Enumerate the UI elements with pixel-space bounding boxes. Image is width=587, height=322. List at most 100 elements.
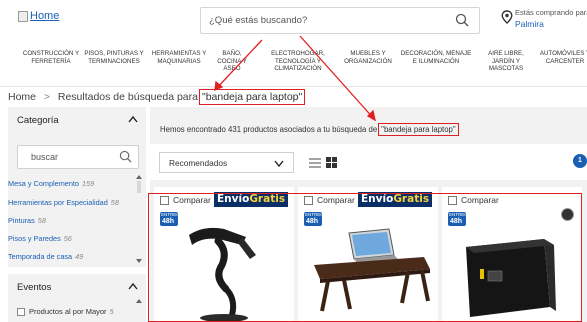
breadcrumb-results-prefix: Resultados de búsqueda para [57, 91, 198, 103]
location-city: Palmira [515, 19, 544, 29]
facet-item[interactable]: Herramientas por Especialidad 58 [8, 198, 119, 207]
events-filter-title: Eventos [17, 282, 52, 293]
list-view-icon[interactable] [309, 158, 321, 168]
location-label: Estás comprando para [515, 8, 587, 17]
event-count: 5 [109, 307, 114, 316]
facet-count: 58 [110, 198, 119, 207]
results-panel: Hemos encontrado 431 productos asociados… [150, 107, 587, 322]
checkbox[interactable] [304, 195, 313, 205]
facet-label: Pisos y Paredes [8, 234, 61, 243]
nav-item-decoracion[interactable]: DECORACIÓN, MENAJE E ILUMINACIÓN [400, 50, 472, 65]
compare-checkbox[interactable]: Comparar [448, 195, 499, 205]
results-summary: Hemos encontrado 431 productos asociados… [160, 123, 459, 136]
facet-item[interactable]: Pinturas 58 [8, 216, 46, 225]
nav-item-pisos[interactable]: PISOS, PINTURAS Y TERMINACIONES [84, 50, 144, 65]
shipping-free-label: Gratis [249, 193, 286, 205]
page-badge[interactable]: 1 [573, 154, 587, 168]
breadcrumb-separator: > [44, 91, 50, 103]
compare-label: Comparar [173, 195, 211, 205]
category-filter-header[interactable]: Categoría [8, 107, 146, 133]
compare-checkbox[interactable]: Comparar [304, 195, 355, 205]
facet-item[interactable]: Temporada de casa 49 [8, 252, 83, 261]
delivery-hours: 48h [306, 218, 319, 225]
scroll-thumb[interactable] [137, 181, 141, 193]
breadcrumb-query: "bandeja para laptop" [198, 89, 306, 105]
product-card[interactable]: Comparar Envío Gratis ENTREGA 48h [154, 187, 294, 322]
nav-item-herramientas[interactable]: HERRAMIENTAS Y MAQUINARIAS [150, 50, 208, 65]
scroll-down-arrow[interactable] [136, 259, 142, 263]
delivery-label: ENTREGA [161, 212, 183, 217]
delivery-hours: 48h [450, 218, 463, 225]
category-filter-title: Categoría [17, 115, 59, 126]
site-header: Home ¿Qué estás buscando? Estás comprand… [0, 0, 587, 42]
search-icon[interactable] [455, 13, 469, 27]
delivery-label: ENTREGA [305, 212, 327, 217]
product-card[interactable]: Comparar Envío Gratis ENTREGA 48h [298, 187, 438, 322]
product-grid: Comparar Envío Gratis ENTREGA 48h Comparar… [150, 187, 587, 322]
scroll-up-arrow[interactable] [136, 299, 142, 303]
facet-label: Herramientas por Especialidad [8, 198, 108, 207]
search-placeholder: ¿Qué estás buscando? [209, 15, 308, 26]
shipping-label: Envío [361, 193, 394, 205]
product-card[interactable]: Comparar ENTREGA 48h [442, 187, 582, 322]
adjustable-laptop-stand-icon [189, 227, 256, 322]
compare-label: Comparar [461, 195, 499, 205]
chevron-down-icon [274, 160, 284, 167]
nav-item-automoviles[interactable]: AUTOMÓVILES Y CARCENTER [538, 50, 587, 65]
checkbox[interactable] [448, 195, 457, 205]
laptop-bed-tray-icon [314, 228, 430, 312]
results-summary-text: Hemos encontrado 431 productos asociados… [160, 125, 378, 134]
nav-divider [0, 86, 587, 87]
nav-item-muebles[interactable]: MUEBLES Y ORGANIZACIÓN [344, 50, 392, 65]
delivery-hours: 48h [162, 218, 175, 225]
grid-view-icon[interactable] [326, 157, 337, 168]
search-icon [119, 150, 132, 163]
nav-item-construccion[interactable]: CONSTRUCCIÓN Y FERRETERÍA [22, 50, 80, 65]
events-scrollbar[interactable] [135, 299, 143, 319]
logo-text: Home [30, 10, 60, 22]
event-filter-checkbox[interactable]: Productos al por Mayor 5 [17, 307, 114, 316]
location-pin-icon [501, 10, 513, 24]
results-query: "bandeja para laptop" [378, 123, 459, 136]
events-filter-header[interactable]: Eventos [8, 274, 146, 300]
free-shipping-badge: Envío Gratis [214, 192, 289, 207]
compare-label: Comparar [317, 195, 355, 205]
shipping-label: Envío [217, 193, 250, 205]
security-seal-icon [561, 208, 574, 221]
shipping-free-label: Gratis [393, 193, 430, 205]
facet-item[interactable]: Mesa y Complemento 159 [8, 179, 94, 188]
sort-select[interactable]: Recomendados [159, 152, 294, 173]
checkbox[interactable] [17, 307, 25, 316]
home-logo-link[interactable]: Home [18, 10, 59, 22]
facet-label: Pinturas [8, 216, 35, 225]
category-nav: CONSTRUCCIÓN Y FERRETERÍA PISOS, PINTURA… [0, 50, 587, 84]
delivery-48h-badge: ENTREGA 48h [160, 212, 183, 226]
category-search-placeholder: buscar [31, 152, 59, 162]
scroll-up-arrow[interactable] [136, 175, 142, 179]
facet-label: Mesa y Complemento [8, 179, 79, 188]
facet-count: 58 [37, 216, 46, 225]
safe-box-icon [466, 239, 556, 317]
facet-count: 56 [63, 234, 72, 243]
chevron-up-icon[interactable] [128, 282, 138, 290]
search-input[interactable]: ¿Qué estás buscando? [200, 7, 480, 34]
facet-count: 49 [75, 252, 84, 261]
category-search-input[interactable]: buscar [17, 145, 139, 169]
sort-value: Recomendados [169, 158, 228, 168]
breadcrumb: Home > Resultados de búsqueda para "band… [8, 89, 306, 105]
free-shipping-badge: Envío Gratis [358, 192, 433, 207]
delivery-48h-badge: ENTREGA 48h [448, 212, 471, 226]
nav-item-electrohogar[interactable]: ELECTROHOGAR, TECNOLOGÍA Y CLIMATIZACIÓN [264, 50, 332, 73]
facet-scrollbar[interactable] [135, 175, 143, 263]
chevron-up-icon[interactable] [128, 115, 138, 123]
facet-count: 159 [81, 179, 95, 188]
facet-item[interactable]: Pisos y Paredes 56 [8, 234, 72, 243]
broken-image-icon [18, 10, 28, 22]
sort-toolbar: Recomendados 1 [150, 144, 587, 180]
breadcrumb-home[interactable]: Home [8, 91, 36, 103]
compare-checkbox[interactable]: Comparar [160, 195, 211, 205]
nav-item-aire-libre[interactable]: AIRE LIBRE, JARDÍN Y MASCOTAS [484, 50, 528, 73]
nav-item-bano[interactable]: BAÑO, COCINA Y ASEO [212, 50, 252, 73]
checkbox[interactable] [160, 195, 169, 205]
delivery-label: ENTREGA [449, 212, 471, 217]
